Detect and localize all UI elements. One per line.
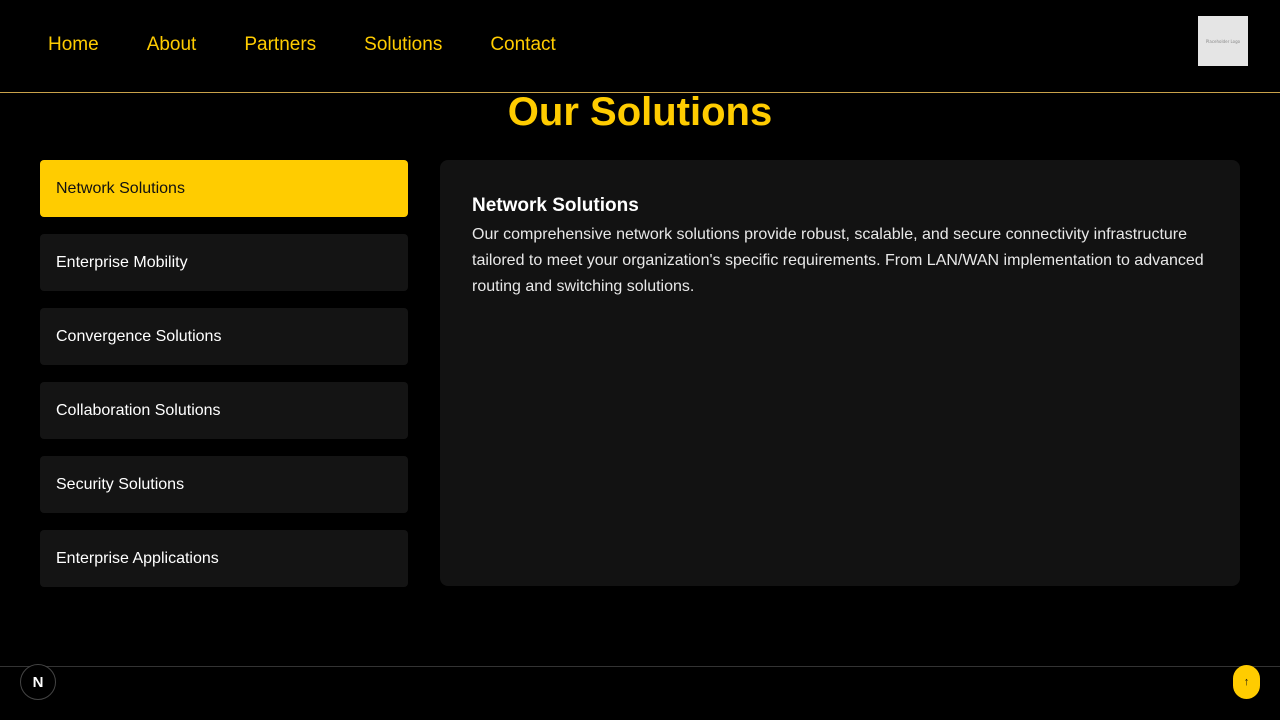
nav-link-partners[interactable]: Partners (244, 34, 316, 56)
solution-detail-body: Our comprehensive network solutions prov… (472, 226, 1204, 295)
sidebar-item-network-solutions[interactable]: Network Solutions (40, 160, 408, 217)
nextjs-icon[interactable]: N (20, 664, 56, 700)
page-title: Our Solutions (507, 90, 773, 134)
nav-link-contact[interactable]: Contact (490, 34, 555, 56)
footer (0, 666, 1280, 720)
logo-text: Placeholder Logo (1205, 38, 1241, 44)
nav-link-about[interactable]: About (147, 34, 197, 56)
page: Home About Partners Solutions Contact Pl… (0, 0, 1280, 720)
nav-links: Home About Partners Solutions Contact (48, 34, 556, 56)
solution-detail-panel: Network Solutions Our comprehensive netw… (440, 160, 1240, 586)
logo[interactable]: Placeholder Logo (1198, 16, 1248, 66)
solution-detail-title: Network Solutions (472, 195, 639, 216)
sidebar-item-enterprise-mobility[interactable]: Enterprise Mobility (40, 234, 408, 291)
arrow-up-icon: ↑ (1243, 676, 1250, 688)
sidebar-item-security-solutions[interactable]: Security Solutions (40, 456, 408, 513)
nav-link-solutions[interactable]: Solutions (364, 34, 442, 56)
n-badge-letter: N (32, 673, 44, 691)
sidebar-item-collaboration-solutions[interactable]: Collaboration Solutions (40, 382, 408, 439)
navbar: Home About Partners Solutions Contact Pl… (0, 0, 1280, 93)
sidebar-item-enterprise-applications[interactable]: Enterprise Applications (40, 530, 408, 587)
sidebar-item-convergence-solutions[interactable]: Convergence Solutions (40, 308, 408, 365)
scroll-to-top-button[interactable]: ↑ (1233, 665, 1260, 699)
nav-link-home[interactable]: Home (48, 34, 99, 56)
solutions-sidebar: Network Solutions Enterprise Mobility Co… (40, 160, 408, 604)
